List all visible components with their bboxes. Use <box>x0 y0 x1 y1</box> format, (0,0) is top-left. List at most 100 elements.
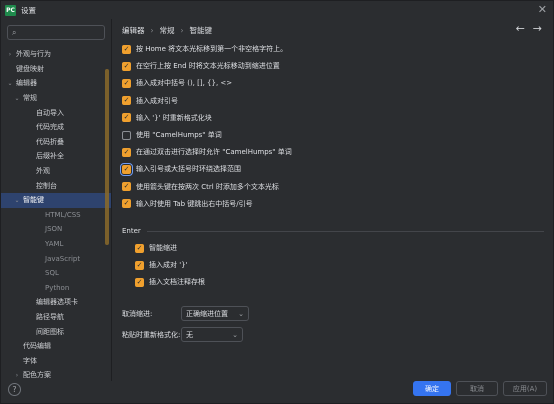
tree-item[interactable]: 字体 <box>1 353 111 368</box>
tree-item-label: 智能键 <box>23 196 44 205</box>
breadcrumb-item: 智能键 <box>189 26 213 35</box>
tree-item[interactable]: › 外观与行为 <box>1 47 111 62</box>
option-row[interactable]: ✓ 插入成对中括号 (), [], {}, <> <box>122 78 232 88</box>
tree-item[interactable]: HTML/CSS <box>1 208 111 223</box>
section-divider <box>146 230 544 232</box>
app-logo: PC <box>5 4 16 16</box>
option-row[interactable]: 使用 "CamelHumps" 单词 <box>122 130 222 140</box>
chevron-right-icon[interactable]: › <box>13 372 21 379</box>
chevron-down-icon[interactable]: ⌄ <box>13 197 21 204</box>
option-row[interactable]: ✓ 智能缩进 <box>135 243 177 253</box>
option-row[interactable]: ✓ 在通过双击进行选择时允许 "CamelHumps" 单词 <box>122 147 292 157</box>
tree-item-label: 配色方案 <box>23 371 51 380</box>
tree-item[interactable]: 代码折叠 <box>1 135 111 150</box>
tree-item[interactable]: SQL <box>1 266 111 281</box>
option-label: 输入时使用 Tab 键跳出右中括号/引号 <box>136 199 253 208</box>
tree-item[interactable]: 外观 <box>1 164 111 179</box>
checkbox[interactable]: ✓ <box>122 199 131 209</box>
tree-item[interactable]: JavaScript <box>1 251 111 266</box>
tree-item-label: 外观与行为 <box>16 50 51 59</box>
history-nav: ← → <box>516 22 542 35</box>
checkbox[interactable]: ✓ <box>122 44 131 54</box>
checkbox[interactable]: ✓ <box>135 277 144 287</box>
checkbox[interactable]: ✓ <box>135 243 144 253</box>
ok-button[interactable]: 确定 <box>413 381 451 396</box>
tree-item[interactable]: 路径导航 <box>1 310 111 325</box>
search-input[interactable] <box>19 28 100 37</box>
tree-item-label: YAML <box>45 240 64 249</box>
option-row[interactable]: ✓ 输入 '}' 时重新格式化块 <box>122 113 212 123</box>
option-row[interactable]: ✓ 输入引号或大括号时环绕选择范围 <box>120 162 241 176</box>
chevron-down-icon: ⌄ <box>232 330 238 339</box>
back-arrow-icon[interactable]: ← <box>516 22 525 35</box>
option-label: 插入成对中括号 (), [], {}, <> <box>136 79 233 88</box>
option-row[interactable]: ✓ 插入成对引号 <box>122 96 178 106</box>
tree-item[interactable]: › 配色方案 <box>1 368 111 383</box>
forward-arrow-icon[interactable]: → <box>533 22 542 35</box>
tree-item[interactable]: ⌄ 常规 <box>1 91 111 106</box>
breadcrumb: 编辑器 › 常规 › 智能键 <box>122 25 212 36</box>
option-row[interactable]: ✓ 插入文档注释存根 <box>135 277 205 287</box>
breadcrumb-item[interactable]: 常规 <box>160 25 175 36</box>
chevron-down-icon[interactable]: ⌄ <box>13 95 21 102</box>
unindent-select[interactable]: 正确缩进位置 ⌄ <box>181 306 249 321</box>
apply-button[interactable]: 应用(A) <box>503 381 547 396</box>
sidebar: ⌕ › 外观与行为 键盘映射 ⌄ 编辑器 ⌄ 常规 自动导入 代码完成 代码折叠 后缀补全 外观 控制台… <box>1 19 111 385</box>
tree-item-label: SQL <box>45 269 59 278</box>
tree-item[interactable]: 控制台 <box>1 178 111 193</box>
tree-item[interactable]: 编辑器选项卡 <box>1 295 111 310</box>
tree-item-label: 字体 <box>23 356 37 365</box>
unindent-label: 取消缩进: <box>122 310 153 318</box>
option-label: 在空行上按 End 时将文本光标移动到缩进位置 <box>136 62 280 71</box>
tree-item-label: 编辑器 <box>16 79 37 88</box>
settings-tree: › 外观与行为 键盘映射 ⌄ 编辑器 ⌄ 常规 自动导入 代码完成 代码折叠 后缀补全 外观 控制台 ⌄ 智… <box>1 47 111 383</box>
checkbox[interactable]: ✓ <box>122 96 131 106</box>
chevron-right-icon[interactable]: › <box>6 51 14 58</box>
tree-item[interactable]: ⌄ 智能键 <box>1 192 111 208</box>
option-label: 输入引号或大括号时环绕选择范围 <box>136 165 241 174</box>
checkbox[interactable]: ✓ <box>122 61 131 71</box>
window-title: 设置 <box>21 5 36 15</box>
checkbox[interactable] <box>122 130 131 140</box>
option-row[interactable]: ✓ 按 Home 将文本光标移到第一个非空格字符上。 <box>122 44 287 54</box>
checkbox[interactable]: ✓ <box>122 113 131 123</box>
tree-item-label: Python <box>45 283 70 292</box>
tree-item[interactable]: 后缀补全 <box>1 149 111 164</box>
option-row[interactable]: ✓ 使用箭头键在按两次 Ctrl 时添加多个文本光标 <box>122 182 279 192</box>
chevron-down-icon[interactable]: ⌄ <box>6 80 14 87</box>
tree-item[interactable]: JSON <box>1 222 111 237</box>
tree-item[interactable]: YAML <box>1 237 111 252</box>
option-label: 输入 '}' 时重新格式化块 <box>136 113 212 122</box>
search-box[interactable]: ⌕ <box>7 25 105 40</box>
search-icon: ⌕ <box>12 27 17 37</box>
tree-item[interactable]: 键盘映射 <box>1 62 111 77</box>
reformat-label: 粘贴时重新格式化: <box>122 331 181 339</box>
option-row[interactable]: ✓ 插入成对 '}' <box>135 260 188 270</box>
breadcrumb-item[interactable]: 编辑器 <box>122 25 145 36</box>
tree-item[interactable]: 代码完成 <box>1 120 111 135</box>
close-icon[interactable]: ✕ <box>538 3 547 16</box>
checkbox[interactable]: ✓ <box>122 147 131 157</box>
enter-section-title: Enter <box>122 227 141 235</box>
tree-item[interactable]: ⌄ 编辑器 <box>1 76 111 91</box>
tree-item[interactable]: Python <box>1 281 111 296</box>
checkbox[interactable]: ✓ <box>120 162 133 176</box>
option-label: 按 Home 将文本光标移到第一个非空格字符上。 <box>136 45 288 53</box>
tree-item-label: 间距图标 <box>36 327 64 336</box>
tree-item-label: JSON <box>45 225 63 234</box>
option-label: 使用箭头键在按两次 Ctrl 时添加多个文本光标 <box>136 182 279 191</box>
checkbox[interactable]: ✓ <box>122 78 131 88</box>
option-row[interactable]: ✓ 输入时使用 Tab 键跳出右中括号/引号 <box>122 199 253 209</box>
checkbox[interactable]: ✓ <box>135 260 144 270</box>
tree-item[interactable]: 代码编辑 <box>1 339 111 354</box>
sidebar-scrollbar[interactable] <box>105 69 109 245</box>
reformat-select[interactable]: 无 ⌄ <box>181 327 243 342</box>
help-icon[interactable]: ? <box>8 383 21 396</box>
tree-item[interactable]: 间距图标 <box>1 324 111 339</box>
chevron-down-icon: ⌄ <box>238 309 244 318</box>
tree-item-label: 编辑器选项卡 <box>36 298 78 307</box>
tree-item[interactable]: 自动导入 <box>1 105 111 120</box>
option-row[interactable]: ✓ 在空行上按 End 时将文本光标移动到缩进位置 <box>122 61 280 71</box>
checkbox[interactable]: ✓ <box>122 182 131 192</box>
cancel-button[interactable]: 取消 <box>456 381 498 396</box>
